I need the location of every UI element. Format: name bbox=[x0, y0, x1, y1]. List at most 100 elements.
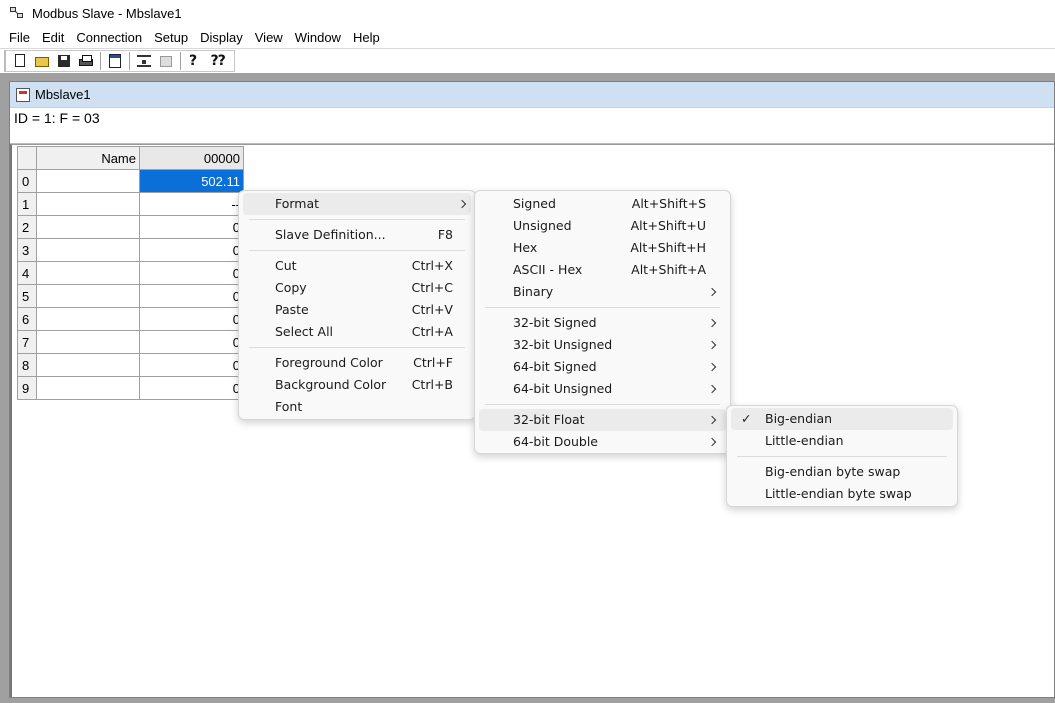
menu-item-little-endian-byte-swap[interactable]: Little-endian byte swap bbox=[731, 483, 953, 505]
table-row: 7 0 bbox=[17, 330, 244, 354]
name-cell[interactable] bbox=[36, 307, 140, 331]
name-cell[interactable] bbox=[36, 284, 140, 308]
menu-item-shortcut: Alt+Shift+H bbox=[630, 240, 706, 255]
table-row: 9 0 bbox=[17, 376, 244, 400]
value-cell[interactable]: 0 bbox=[139, 238, 244, 262]
value-cell[interactable]: 0 bbox=[139, 261, 244, 285]
menu-item-64bit-unsigned[interactable]: 64-bit Unsigned bbox=[479, 378, 726, 400]
menu-item-hex[interactable]: Hex Alt+Shift+H bbox=[479, 237, 726, 259]
menu-item-ascii-hex[interactable]: ASCII - Hex Alt+Shift+A bbox=[479, 259, 726, 281]
menu-item-slave-definition[interactable]: Slave Definition... F8 bbox=[243, 224, 471, 246]
print-icon[interactable] bbox=[78, 53, 94, 69]
context-menu: Format Slave Definition... F8 Cut Ctrl+X… bbox=[238, 190, 476, 420]
document-icon bbox=[16, 87, 30, 102]
menu-item-background-color[interactable]: Background Color Ctrl+B bbox=[243, 374, 471, 396]
value-cell-selected[interactable]: 502.11 bbox=[139, 169, 244, 193]
chevron-right-icon bbox=[709, 312, 717, 334]
chevron-right-icon bbox=[709, 378, 717, 400]
row-index: 8 bbox=[17, 353, 37, 377]
menu-item-copy[interactable]: Copy Ctrl+C bbox=[243, 277, 471, 299]
value-cell[interactable]: 0 bbox=[139, 307, 244, 331]
window-icon[interactable] bbox=[107, 53, 123, 69]
table-row: 8 0 bbox=[17, 353, 244, 377]
address-column-header[interactable]: 00000 bbox=[139, 146, 244, 170]
name-cell[interactable] bbox=[36, 215, 140, 239]
value-cell[interactable]: 0 bbox=[139, 330, 244, 354]
menu-view[interactable]: View bbox=[249, 27, 289, 48]
connect-icon[interactable] bbox=[136, 53, 152, 69]
chevron-right-icon bbox=[709, 431, 717, 453]
child-title-bar[interactable]: Mbslave1 bbox=[10, 82, 1054, 107]
menu-item-label: Slave Definition... bbox=[275, 227, 386, 242]
name-cell[interactable] bbox=[36, 261, 140, 285]
disconnect-icon[interactable] bbox=[158, 53, 174, 69]
table-row: 1 -- bbox=[17, 192, 244, 216]
menu-window[interactable]: Window bbox=[289, 27, 347, 48]
menu-item-32bit-float[interactable]: 32-bit Float bbox=[479, 409, 726, 431]
value-cell[interactable]: 0 bbox=[139, 284, 244, 308]
row-index: 5 bbox=[17, 284, 37, 308]
name-cell[interactable] bbox=[36, 353, 140, 377]
menu-file[interactable]: File bbox=[0, 27, 36, 48]
help-icon[interactable]: ? bbox=[187, 53, 203, 69]
open-folder-icon[interactable] bbox=[34, 53, 50, 69]
menu-item-paste[interactable]: Paste Ctrl+V bbox=[243, 299, 471, 321]
row-index: 1 bbox=[17, 192, 37, 216]
name-cell[interactable] bbox=[36, 238, 140, 262]
menu-display[interactable]: Display bbox=[194, 27, 249, 48]
menu-item-label: Copy bbox=[275, 280, 307, 295]
save-icon[interactable] bbox=[56, 53, 72, 69]
whats-this-icon[interactable]: ⁇ bbox=[209, 53, 225, 69]
menu-item-cut[interactable]: Cut Ctrl+X bbox=[243, 255, 471, 277]
menu-item-64bit-signed[interactable]: 64-bit Signed bbox=[479, 356, 726, 378]
name-column-header: Name bbox=[36, 146, 140, 170]
value-cell[interactable]: 0 bbox=[139, 215, 244, 239]
grid-corner bbox=[17, 146, 37, 170]
menu-item-label: 32-bit Signed bbox=[513, 315, 597, 330]
menu-item-shortcut: Alt+Shift+U bbox=[630, 218, 706, 233]
menu-item-label: Hex bbox=[513, 240, 538, 255]
menu-item-foreground-color[interactable]: Foreground Color Ctrl+F bbox=[243, 352, 471, 374]
menu-item-format[interactable]: Format bbox=[243, 193, 471, 215]
menu-item-unsigned[interactable]: Unsigned Alt+Shift+U bbox=[479, 215, 726, 237]
value-cell[interactable]: 0 bbox=[139, 353, 244, 377]
menu-item-shortcut: Ctrl+B bbox=[411, 377, 453, 392]
menu-item-label: 64-bit Signed bbox=[513, 359, 597, 374]
menu-item-label: 32-bit Unsigned bbox=[513, 337, 613, 352]
menu-item-binary[interactable]: Binary bbox=[479, 281, 726, 303]
value-cell[interactable]: -- bbox=[139, 192, 244, 216]
menu-item-big-endian-byte-swap[interactable]: Big-endian byte swap bbox=[731, 461, 953, 483]
menu-item-label: Unsigned bbox=[513, 218, 572, 233]
row-index: 9 bbox=[17, 376, 37, 400]
register-grid: Name 00000 0 502.11 1 -- 2 0 3 0 4 0 5 0… bbox=[17, 146, 244, 400]
menu-item-label: Big-endian bbox=[765, 411, 833, 426]
menu-help[interactable]: Help bbox=[347, 27, 386, 48]
menu-item-64bit-double[interactable]: 64-bit Double bbox=[479, 431, 726, 453]
name-cell[interactable] bbox=[36, 330, 140, 354]
menu-item-big-endian[interactable]: ✓ Big-endian bbox=[731, 408, 953, 430]
name-cell[interactable] bbox=[36, 192, 140, 216]
menu-edit[interactable]: Edit bbox=[36, 27, 70, 48]
name-cell[interactable] bbox=[36, 169, 140, 193]
menu-item-font[interactable]: Font bbox=[243, 396, 471, 418]
menu-separator bbox=[249, 347, 465, 348]
row-index: 0 bbox=[17, 169, 37, 193]
row-index: 4 bbox=[17, 261, 37, 285]
name-cell[interactable] bbox=[36, 376, 140, 400]
menu-item-32bit-unsigned[interactable]: 32-bit Unsigned bbox=[479, 334, 726, 356]
chevron-right-icon bbox=[709, 334, 717, 356]
menu-item-shortcut: Ctrl+X bbox=[411, 258, 453, 273]
menu-item-select-all[interactable]: Select All Ctrl+A bbox=[243, 321, 471, 343]
menu-item-little-endian[interactable]: Little-endian bbox=[731, 430, 953, 452]
row-index: 3 bbox=[17, 238, 37, 262]
new-file-icon[interactable] bbox=[12, 53, 28, 69]
value-cell[interactable]: 0 bbox=[139, 376, 244, 400]
menu-connection[interactable]: Connection bbox=[70, 27, 148, 48]
menu-item-label: Select All bbox=[275, 324, 334, 339]
table-row: 6 0 bbox=[17, 307, 244, 331]
menu-item-32bit-signed[interactable]: 32-bit Signed bbox=[479, 312, 726, 334]
menu-item-signed[interactable]: Signed Alt+Shift+S bbox=[479, 193, 726, 215]
menu-setup[interactable]: Setup bbox=[148, 27, 194, 48]
table-row: 4 0 bbox=[17, 261, 244, 285]
menu-item-shortcut: Ctrl+V bbox=[411, 302, 453, 317]
